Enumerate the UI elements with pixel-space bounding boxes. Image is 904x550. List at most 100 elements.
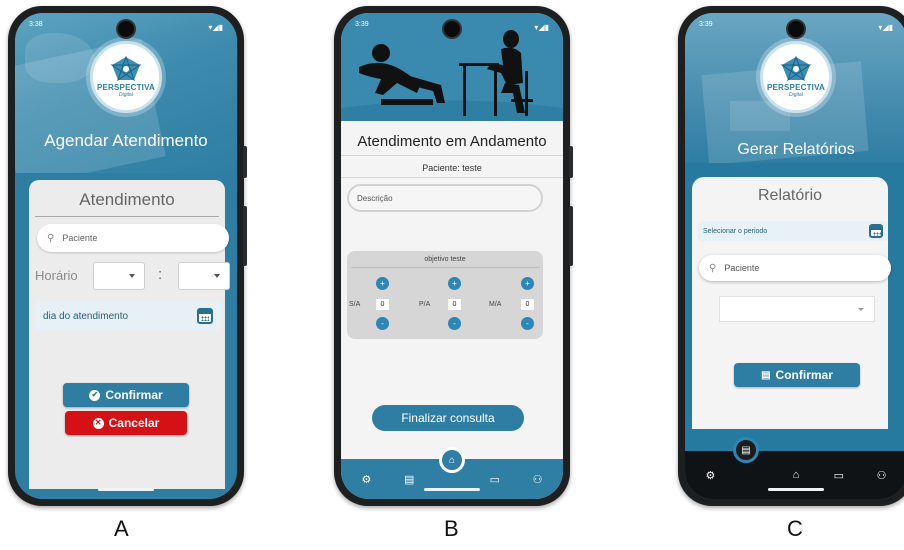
side-button [243,206,247,266]
calendar-icon[interactable] [197,308,213,324]
decrement-ma-button[interactable]: - [521,317,534,330]
status-time: 3:39 [355,21,369,28]
search-icon: ⚲ [47,232,55,244]
home-indicator[interactable] [98,488,154,491]
camera [118,21,134,37]
caption-c: C [787,516,803,541]
patient-search-input[interactable]: ⚲ Paciente [699,255,891,281]
increment-pa-button[interactable]: + [448,277,461,290]
logo-wordmark: PERSPECTIVA [96,83,156,92]
bottom-nav: ⚙ ▤ ▭ ⚇ ⌂ [341,447,563,499]
nav-band [685,429,904,449]
status-time: 3:39 [699,21,713,28]
camera [788,21,804,37]
confirm-label: Confirmar [105,388,163,402]
phone-c: 3:39 ▾◢▮ PERSPECTIVA Digital Gerar Relat… [678,6,904,506]
users-icon[interactable]: ⚇ [875,468,889,482]
check-circle-icon: ✔ [89,389,101,401]
logo-subtitle: Digital [789,92,803,98]
relatorio-card: Relatório Selecionar o periodo ⚲ Pacient… [692,177,891,429]
home-icon[interactable]: ⌂ [789,468,803,482]
screen-agendar: 3:38 ▾◢▮ PERSPECTIVA Digital Agendar Ate… [15,13,237,499]
counter-value-ma: 0 [521,299,534,310]
logo-icon [110,56,142,82]
increment-sa-button[interactable]: + [376,277,389,290]
app-logo: PERSPECTIVA Digital [760,41,832,113]
gear-icon[interactable]: ⚙ [703,468,717,482]
confirm-button[interactable]: ▤ Confirmar [734,363,860,387]
counter-label-ma: M/A [489,301,502,308]
logo-subtitle: Digital [119,92,133,98]
atendimento-card: Atendimento ⚲ Paciente Horário : dia do … [29,180,230,495]
home-icon[interactable]: ⌂ [439,447,465,473]
time-label: Horário [35,268,78,283]
close-circle-icon: ✕ [92,417,104,429]
increment-ma-button[interactable]: + [521,277,534,290]
objective-panel: objetivo teste + S/A 0 - + P/A 0 - + M/A… [347,251,543,339]
divider [341,155,563,156]
side-button [569,146,573,178]
cancel-label: Cancelar [108,416,160,430]
calendar-nav-icon[interactable]: ▭ [488,472,502,486]
objective-title: objetivo teste [424,256,466,263]
patient-placeholder: Paciente [62,233,98,243]
report-type-dropdown[interactable] [719,296,875,322]
minute-dropdown[interactable] [178,262,230,290]
finish-consultation-button[interactable]: Finalizar consulta [372,405,524,431]
app-logo: PERSPECTIVA Digital [90,41,162,113]
patient-placeholder: Paciente [724,263,760,273]
logo-wordmark: PERSPECTIVA [766,83,826,92]
gear-icon[interactable]: ⚙ [359,472,373,486]
screen-relatorios: 3:39 ▾◢▮ PERSPECTIVA Digital Gerar Relat… [685,13,904,499]
date-label: dia do atendimento [43,310,129,322]
screen-atendimento: 3:39 ▾◢▮ Atendimento em Andamento Pacien… [341,13,563,499]
status-icons: ▾◢▮ [208,22,223,32]
document-icon: ▤ [761,369,771,381]
card-title: Atendimento [79,190,175,209]
patient-search-input[interactable]: ⚲ Paciente [37,224,229,252]
chevron-down-icon [129,274,135,278]
counter-value-sa: 0 [376,299,389,310]
camera [444,21,460,37]
phone-b: 3:39 ▾◢▮ Atendimento em Andamento Pacien… [334,6,573,506]
hero-hand [25,33,95,83]
status-icons: ▾◢▮ [534,22,549,32]
status-icons: ▾◢▮ [878,22,893,32]
page-title: Agendar Atendimento [44,131,208,150]
decrement-pa-button[interactable]: - [448,317,461,330]
divider [351,267,539,268]
time-separator: : [158,266,163,283]
period-picker[interactable]: Selecionar o periodo [698,221,888,241]
counter-label-pa: P/A [419,301,431,308]
confirm-label: Confirmar [775,368,833,382]
side-button [569,206,573,266]
counter-value-pa: 0 [448,299,461,310]
document-icon[interactable]: ▤ [402,472,416,486]
page-title: Gerar Relatórios [737,141,855,158]
users-icon[interactable]: ⚇ [531,472,545,486]
phone-a: 3:38 ▾◢▮ PERSPECTIVA Digital Agendar Ate… [8,6,247,506]
page-title: Atendimento em Andamento [357,133,547,150]
decrement-sa-button[interactable]: - [376,317,389,330]
description-input[interactable]: Descrição [347,184,543,212]
counter-label-sa: S/A [349,301,361,308]
logo-icon [780,56,812,82]
cancel-button[interactable]: ✕ Cancelar [65,411,187,435]
date-picker[interactable]: dia do atendimento [35,301,221,331]
search-icon: ⚲ [709,262,717,274]
home-indicator[interactable] [424,488,480,491]
chevron-down-icon [214,274,220,278]
caption-b: B [444,516,459,541]
description-placeholder: Descrição [357,193,393,203]
document-icon[interactable]: ▤ [733,437,759,463]
hour-dropdown[interactable] [93,262,145,290]
status-time: 3:38 [29,21,43,28]
calendar-nav-icon[interactable]: ▭ [832,468,846,482]
confirm-button[interactable]: ✔ Confirmar [63,383,189,407]
caption-a: A [114,516,129,541]
chevron-down-icon [858,308,864,311]
side-button [243,146,247,178]
home-indicator[interactable] [768,488,824,491]
calendar-icon[interactable] [869,224,883,238]
divider [341,177,563,178]
